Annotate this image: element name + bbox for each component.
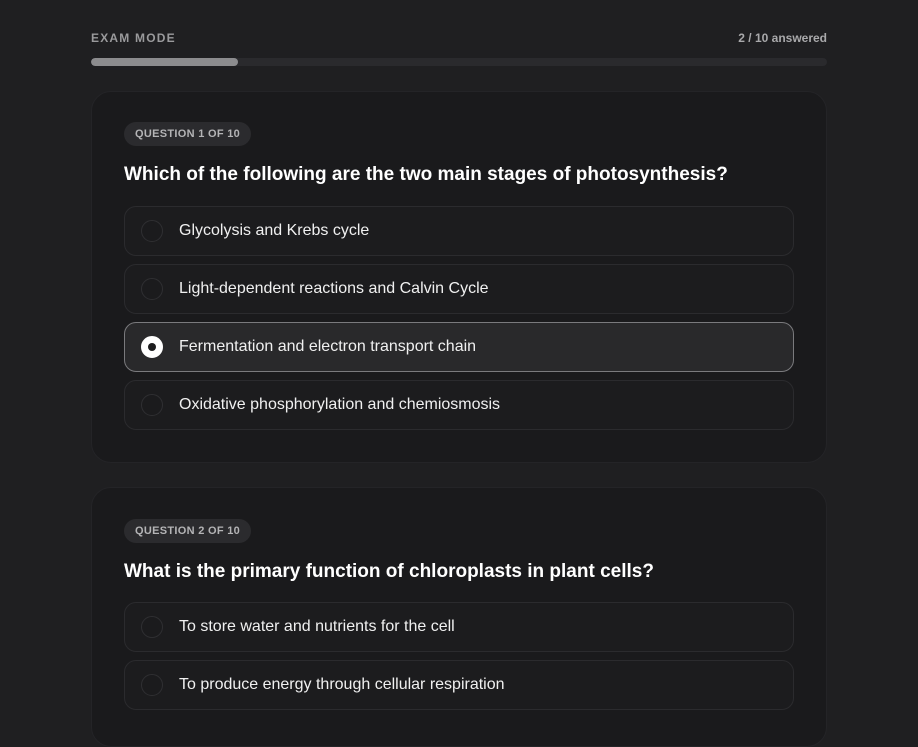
radio-button[interactable] [141,674,163,696]
answer-option-label: Light-dependent reactions and Calvin Cyc… [179,280,489,297]
question-text: What is the primary function of chloropl… [124,561,654,582]
progress-bar [91,58,827,66]
answer-option-label: Glycolysis and Krebs cycle [179,222,370,239]
answer-option-label: Fermentation and electron transport chai… [179,338,477,355]
exam-header: EXAM MODE 2 / 10 answered [91,31,827,45]
question-text: Which of the following are the two main … [124,164,728,185]
answer-option[interactable]: Light-dependent reactions and Calvin Cyc… [124,264,794,314]
radio-button[interactable] [141,220,163,242]
answered-count: 2 / 10 answered [738,31,827,45]
question-card-1: QUESTION 1 OF 10 Which of the following … [91,91,827,463]
progress-bar-fill [91,58,239,66]
question-card-2: QUESTION 2 OF 10 What is the primary fun… [91,487,827,747]
question-number-badge: QUESTION 1 OF 10 [124,122,252,146]
answer-option-label: To produce energy through cellular respi… [179,676,505,693]
exam-mode-label: EXAM MODE [91,31,176,45]
radio-button[interactable] [141,278,163,300]
answer-option[interactable]: Fermentation and electron transport chai… [124,322,794,372]
answer-option[interactable]: Glycolysis and Krebs cycle [124,206,794,256]
answer-options: To store water and nutrients for the cel… [124,602,794,718]
answer-option[interactable]: To produce energy through cellular respi… [124,660,794,710]
answer-option-label: Oxidative phosphorylation and chemiosmos… [179,396,501,413]
answer-option-label: To store water and nutrients for the cel… [179,618,455,635]
question-number-badge: QUESTION 2 OF 10 [124,519,252,543]
radio-button[interactable] [141,394,163,416]
answer-options: Glycolysis and Krebs cycle Light-depende… [124,206,794,438]
radio-button[interactable] [141,336,163,358]
radio-button[interactable] [141,616,163,638]
answer-option[interactable]: Oxidative phosphorylation and chemiosmos… [124,380,794,430]
answer-option[interactable]: To store water and nutrients for the cel… [124,602,794,652]
